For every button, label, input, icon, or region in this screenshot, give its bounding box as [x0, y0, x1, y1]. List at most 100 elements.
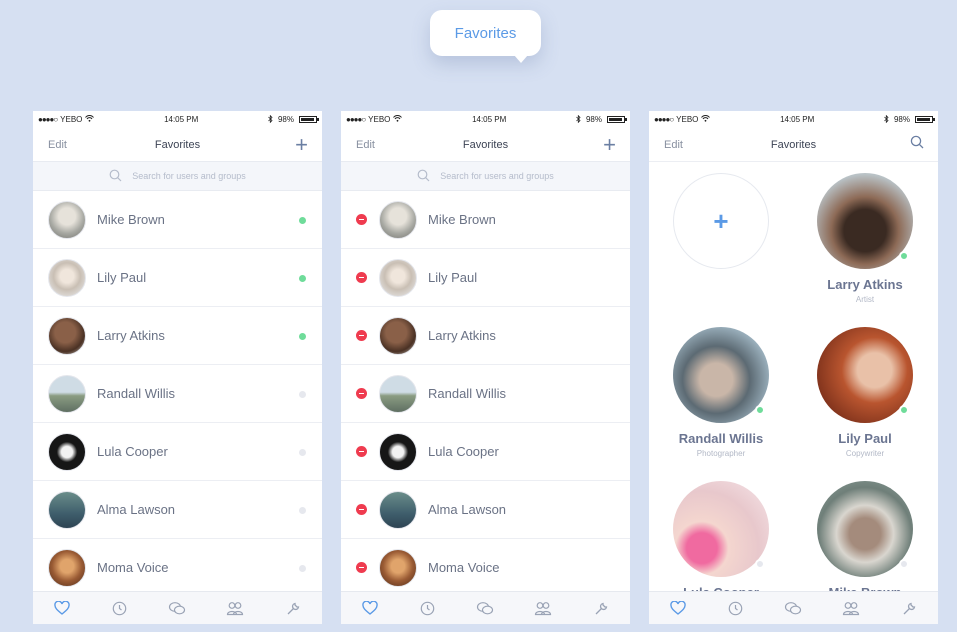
remove-contact-button[interactable]: [356, 214, 367, 225]
list-item: Moma Voice: [341, 539, 630, 597]
avatar: [817, 327, 913, 423]
favorite-name: Lily Paul: [838, 431, 892, 446]
contact-name: Lily Paul: [428, 270, 478, 285]
status-bar: ●●●●○ YEBO 14:05 PM 98%: [649, 111, 938, 128]
list-item[interactable]: Lula Cooper: [33, 423, 322, 481]
tab-chats-bubbles-icon[interactable]: [167, 598, 187, 618]
online-status-dot: [299, 217, 306, 224]
favorite-card[interactable]: Mike Brown: [805, 481, 925, 600]
list-item[interactable]: Larry Atkins: [33, 307, 322, 365]
navbar: Edit Favorites: [649, 128, 938, 161]
remove-contact-button[interactable]: [356, 388, 367, 399]
search-icon[interactable]: [910, 135, 924, 154]
status-bar: ●●●●○ YEBO 14:05 PM 98%: [341, 111, 630, 128]
signal-icon: ●●●●○: [38, 115, 58, 124]
favorite-card[interactable]: Lula Cooper: [661, 481, 781, 600]
tab-favorites-heart-icon[interactable]: [668, 598, 688, 618]
contact-name: Randall Willis: [428, 386, 507, 401]
online-status-dot: [299, 333, 306, 340]
remove-contact-button[interactable]: [356, 562, 367, 573]
tab-settings-wrench-icon[interactable]: [591, 598, 611, 618]
favorite-card[interactable]: Randall Willis Photographer: [661, 327, 781, 458]
list-item[interactable]: Mike Brown: [33, 191, 322, 249]
navbar: Edit Favorites +: [341, 128, 630, 161]
time-label: 14:05 PM: [472, 115, 507, 124]
tab-contacts-people-icon[interactable]: [533, 598, 553, 618]
contact-list-edit: Mike Brown Lily Paul Larry Atkins Randal…: [341, 191, 630, 597]
tab-settings-wrench-icon[interactable]: [899, 598, 919, 618]
phone-favorites-list: ●●●●○ YEBO 14:05 PM 98% Edit Favorites +…: [33, 111, 322, 624]
tab-favorites-heart-icon[interactable]: [52, 598, 72, 618]
offline-status-dot: [755, 559, 765, 569]
tab-recents-clock-icon[interactable]: [110, 598, 130, 618]
favorite-name: Larry Atkins: [827, 277, 903, 292]
list-item: Mike Brown: [341, 191, 630, 249]
battery-percent: 98%: [277, 115, 294, 124]
tab-favorites-heart-icon[interactable]: [360, 598, 380, 618]
tab-contacts-people-icon[interactable]: [841, 598, 861, 618]
time-label: 14:05 PM: [164, 115, 199, 124]
search-input[interactable]: Search for users and groups: [341, 161, 630, 191]
avatar: [379, 490, 417, 529]
avatar: [379, 200, 417, 239]
list-item[interactable]: Moma Voice: [33, 539, 322, 597]
tab-chats-bubbles-icon[interactable]: [783, 598, 803, 618]
add-icon[interactable]: +: [603, 133, 616, 156]
bluetooth-icon: [884, 114, 889, 125]
online-status-dot: [899, 251, 909, 261]
search-icon: [109, 169, 122, 184]
offline-status-dot: [299, 449, 306, 456]
tab-bar: [33, 591, 322, 624]
list-item[interactable]: Randall Willis: [33, 365, 322, 423]
signal-icon: ●●●●○: [346, 115, 366, 124]
tab-contacts-people-icon[interactable]: [225, 598, 245, 618]
avatar: [817, 481, 913, 577]
tab-chats-bubbles-icon[interactable]: [475, 598, 495, 618]
status-bar: ●●●●○ YEBO 14:05 PM 98%: [33, 111, 322, 128]
wifi-icon: [701, 115, 711, 124]
add-icon[interactable]: +: [295, 133, 308, 156]
edit-button[interactable]: Edit: [664, 139, 683, 151]
bluetooth-icon: [268, 114, 273, 125]
list-item[interactable]: Alma Lawson: [33, 481, 322, 539]
tab-settings-wrench-icon[interactable]: [283, 598, 303, 618]
favorite-role: Copywriter: [845, 449, 885, 458]
contact-name: Moma Voice: [97, 560, 169, 575]
avatar: [379, 374, 417, 413]
list-item[interactable]: Lily Paul: [33, 249, 322, 307]
list-item: Lily Paul: [341, 249, 630, 307]
search-placeholder: Search for users and groups: [440, 171, 554, 181]
contact-name: Lily Paul: [97, 270, 147, 285]
contact-name: Mike Brown: [428, 212, 496, 227]
avatar: [673, 327, 769, 423]
wifi-icon: [85, 115, 95, 124]
tab-recents-clock-icon[interactable]: [418, 598, 438, 618]
list-item: Larry Atkins: [341, 307, 630, 365]
remove-contact-button[interactable]: [356, 504, 367, 515]
favorites-title-bubble: Favorites: [430, 10, 541, 63]
search-input[interactable]: Search for users and groups: [33, 161, 322, 191]
avatar: [379, 258, 417, 297]
remove-contact-button[interactable]: [356, 330, 367, 341]
tab-recents-clock-icon[interactable]: [726, 598, 746, 618]
bluetooth-icon: [576, 114, 581, 125]
battery-icon: [606, 116, 627, 123]
favorite-card[interactable]: Larry Atkins Artist: [805, 173, 925, 304]
edit-button[interactable]: Edit: [48, 139, 67, 151]
search-placeholder: Search for users and groups: [132, 171, 246, 181]
add-favorite-cell[interactable]: +: [661, 173, 781, 269]
battery-icon: [298, 116, 319, 123]
add-favorite-button[interactable]: +: [673, 173, 769, 269]
avatar: [379, 432, 417, 471]
remove-contact-button[interactable]: [356, 272, 367, 283]
edit-button[interactable]: Edit: [356, 139, 375, 151]
contact-name: Mike Brown: [97, 212, 165, 227]
battery-icon: [914, 116, 935, 123]
wifi-icon: [393, 115, 403, 124]
favorite-card[interactable]: Lily Paul Copywriter: [805, 327, 925, 458]
favorite-role: Artist: [855, 295, 875, 304]
battery-percent: 98%: [585, 115, 602, 124]
search-icon: [417, 169, 430, 184]
remove-contact-button[interactable]: [356, 446, 367, 457]
favorite-name: Randall Willis: [678, 431, 764, 446]
